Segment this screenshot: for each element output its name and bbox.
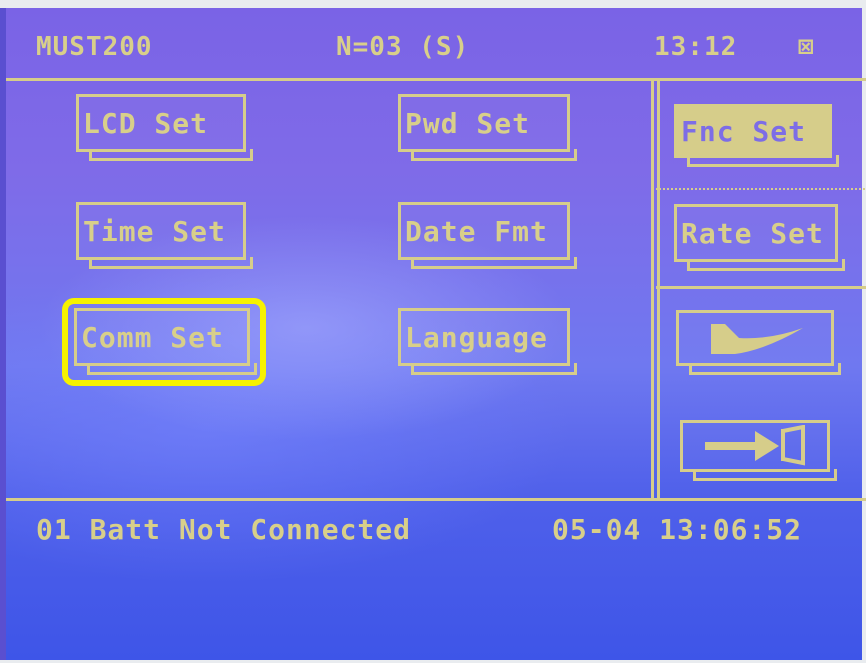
lcd-set-label: LCD Set	[83, 106, 209, 140]
time-set-button[interactable]: Time Set	[76, 202, 253, 269]
fnc-set-label: Fnc Set	[681, 114, 807, 148]
model-label: MUST200	[36, 32, 153, 62]
back-button[interactable]	[676, 310, 841, 375]
panel-divider-left	[651, 78, 654, 500]
panel-dotted-separator	[656, 188, 866, 190]
mode-label: N=03 (S)	[336, 32, 470, 62]
panel-separator	[656, 286, 866, 289]
status-message: 01 Batt Not Connected	[36, 513, 412, 546]
clock-label: 13:12	[654, 32, 738, 62]
rate-set-label: Rate Set	[681, 216, 824, 250]
pwd-set-button[interactable]: Pwd Set	[398, 94, 577, 161]
lcd-set-button[interactable]: LCD Set	[76, 94, 253, 161]
time-set-label: Time Set	[83, 214, 226, 248]
status-divider	[6, 498, 866, 501]
language-label: Language	[405, 320, 548, 354]
pwd-set-label: Pwd Set	[405, 106, 531, 140]
date-fmt-button[interactable]: Date Fmt	[398, 202, 577, 269]
status-timestamp: 05-04 13:06:52	[552, 513, 803, 546]
exit-button[interactable]	[680, 420, 837, 481]
date-fmt-label: Date Fmt	[405, 214, 548, 248]
exit-door-icon	[705, 425, 805, 466]
alarm-mute-icon: ⊠	[798, 32, 815, 62]
language-button[interactable]: Language	[398, 308, 577, 375]
back-arrow-icon	[711, 324, 803, 354]
lcd-screen: MUST200 N=03 (S) 13:12 ⊠ LCD Set Time Se…	[0, 8, 866, 660]
rate-set-button[interactable]: Rate Set	[674, 204, 845, 271]
header-divider	[6, 78, 866, 81]
panel-divider-right	[657, 78, 660, 500]
fnc-set-button[interactable]: Fnc Set	[674, 104, 839, 167]
selection-highlight	[62, 298, 266, 386]
